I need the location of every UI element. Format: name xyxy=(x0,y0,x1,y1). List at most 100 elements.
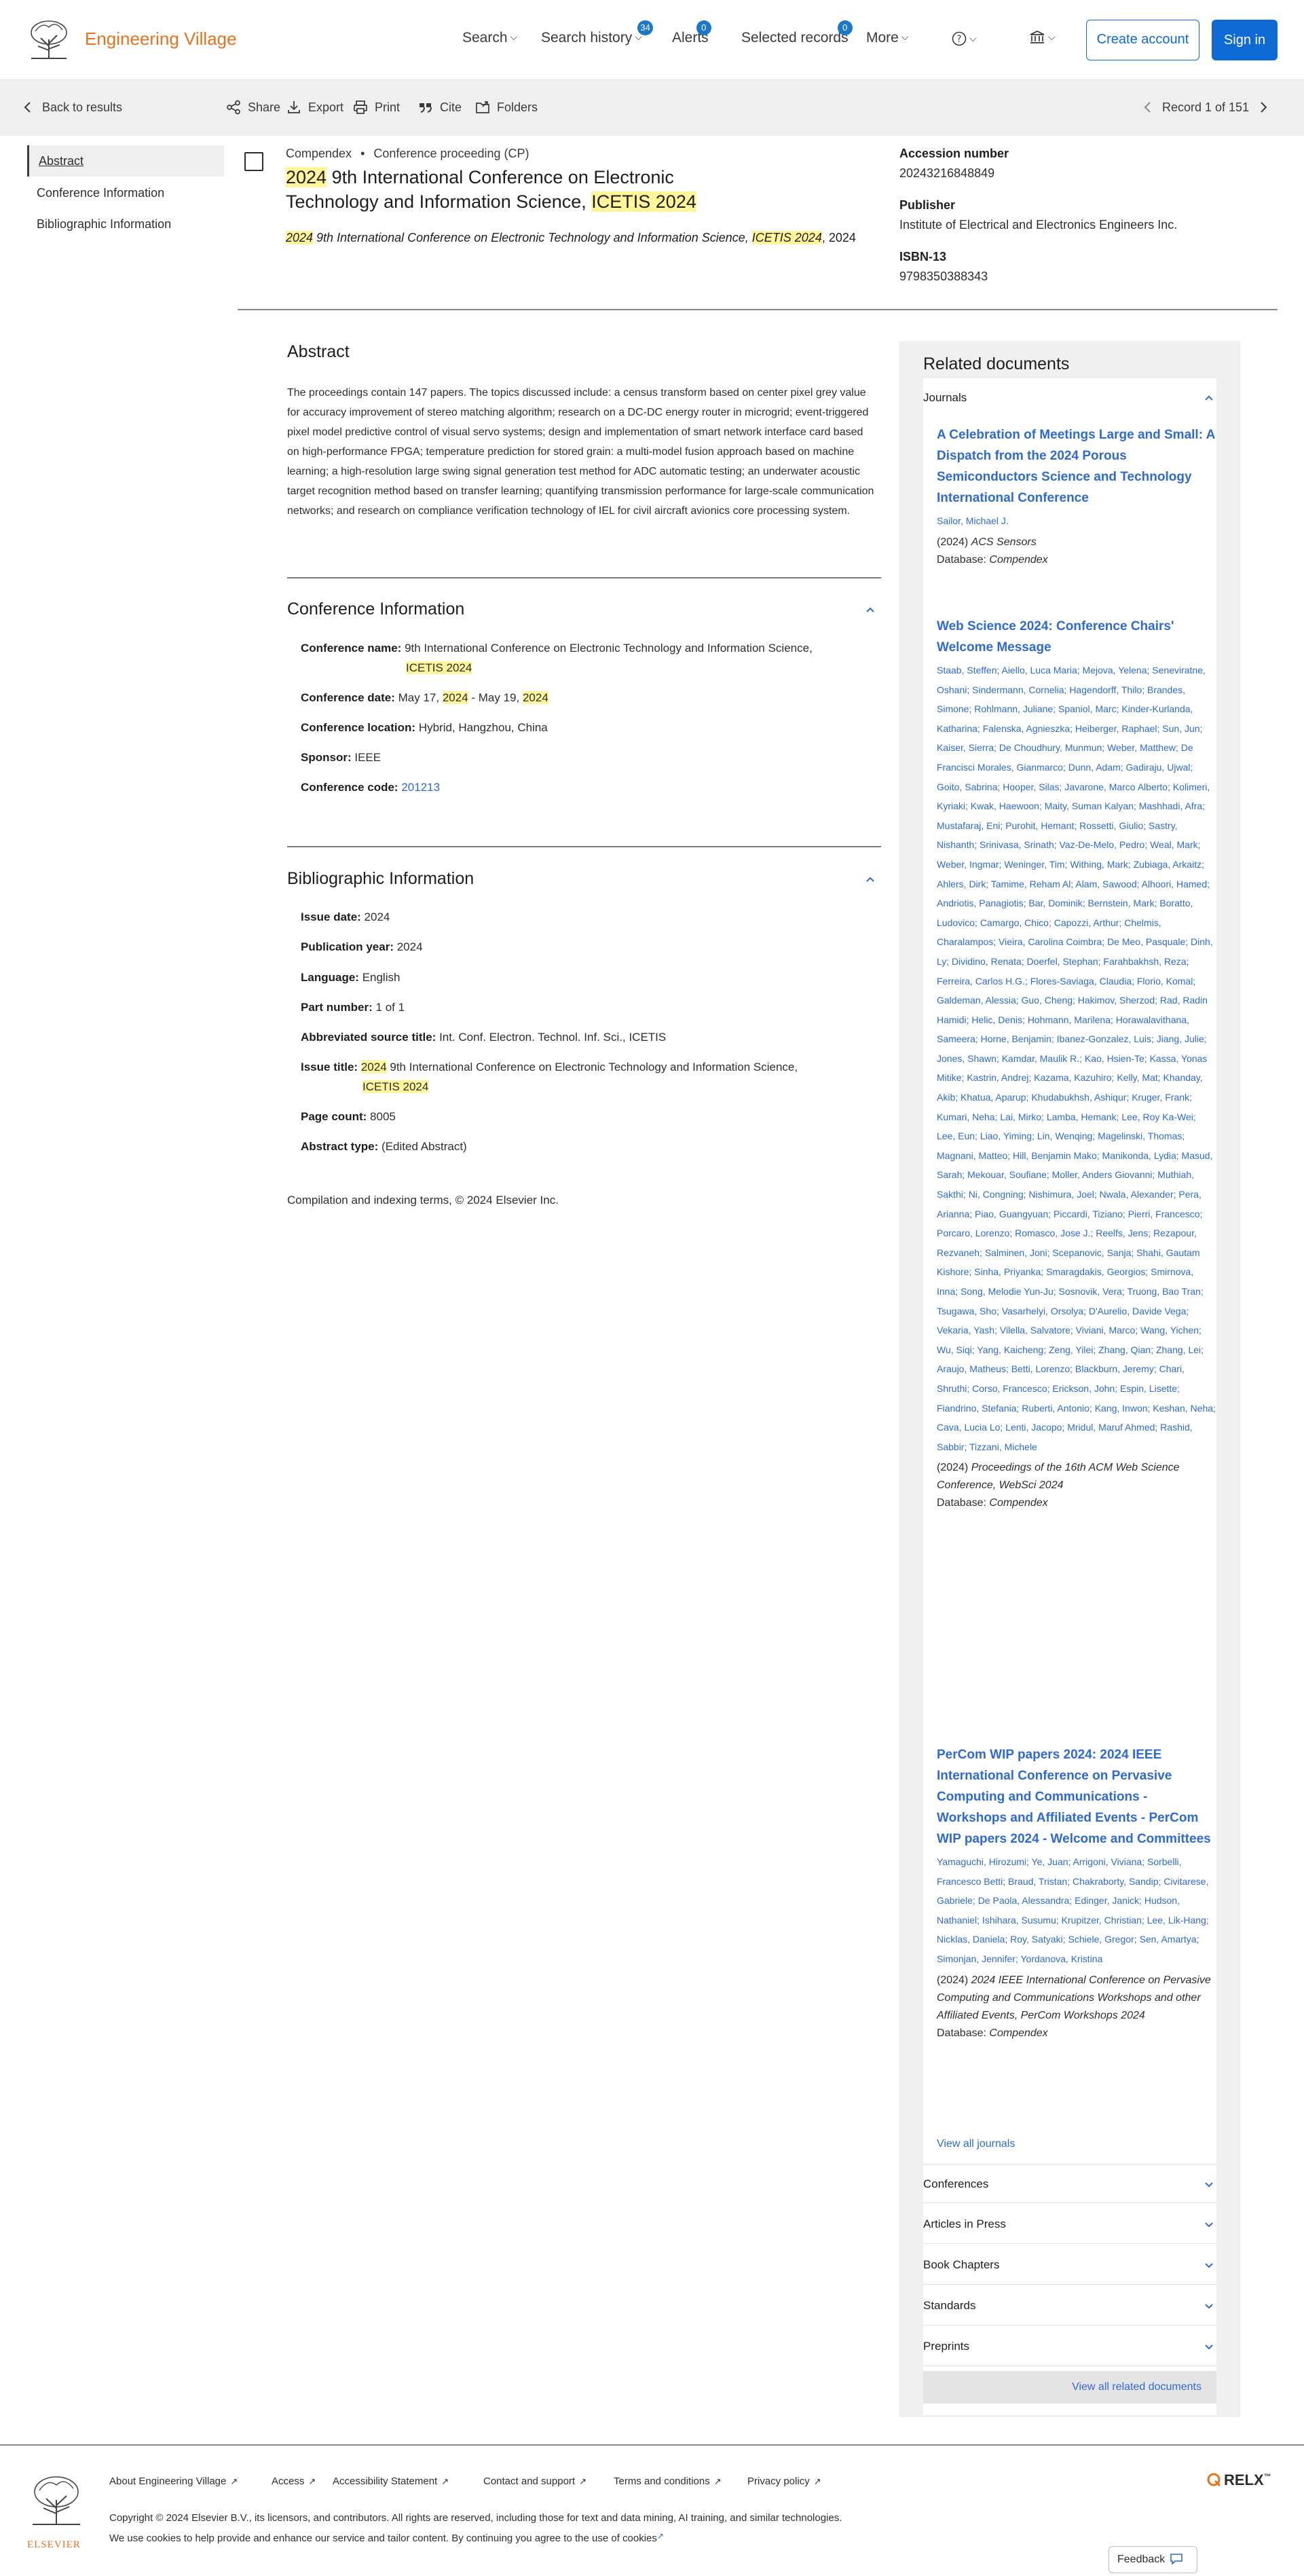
relx-logo[interactable]: RELX™ xyxy=(1206,2471,1271,2489)
issue-title-highlight: ICETIS 2024 xyxy=(362,1080,429,1093)
nav-search-history[interactable]: Search history ⌵ 34 xyxy=(541,20,653,46)
help-menu[interactable]: ? ⌵ xyxy=(952,31,977,48)
related-doc: A Celebration of Meetings Large and Smal… xyxy=(937,424,1216,569)
standards-accordion[interactable]: Standards xyxy=(923,2286,1216,2325)
chevron-down-icon: ⌵ xyxy=(901,31,909,42)
abstract-type-field: Abstract type: (Edited Abstract) xyxy=(301,1137,467,1156)
sidebar-item-abstract[interactable]: Abstract xyxy=(27,145,224,177)
record-position: Record 1 of 151 xyxy=(1162,100,1250,114)
conferences-accordion[interactable]: Conferences xyxy=(923,2164,1216,2203)
sign-in-button[interactable]: Sign in xyxy=(1212,20,1278,60)
isbn-block: ISBN-13 9798350388343 xyxy=(899,250,988,284)
record-source: 2024 9th International Conference on Ele… xyxy=(286,231,883,245)
relx-wordmark: RELX xyxy=(1224,2471,1264,2488)
external-link-icon: ↗ xyxy=(813,2476,821,2486)
nav-history-label: Search history xyxy=(541,30,633,45)
back-to-results-link[interactable]: Back to results xyxy=(20,100,122,115)
external-link-icon: ↗ xyxy=(713,2476,722,2486)
external-link-icon: ↗ xyxy=(230,2476,238,2486)
view-all-related-button[interactable]: View all related documents xyxy=(923,2371,1216,2404)
nav-selected-records[interactable]: Selected records 0 xyxy=(741,20,853,46)
source-year: (2024) xyxy=(937,1462,971,1474)
chevron-down-icon xyxy=(1205,2344,1213,2350)
field-label: Abbreviated source title: xyxy=(301,1031,436,1044)
source-highlight: ICETIS 2024 xyxy=(751,231,822,244)
chevron-down-icon: ⌵ xyxy=(510,31,518,42)
footer-link-terms[interactable]: Terms and conditions ↗ xyxy=(614,2476,722,2487)
external-link-icon: ↗ xyxy=(441,2476,449,2486)
external-link-icon: ↗ xyxy=(579,2476,586,2486)
preprints-accordion[interactable]: Preprints xyxy=(923,2327,1216,2366)
elsevier-tree-logo[interactable] xyxy=(26,19,72,61)
create-account-button[interactable]: Create account xyxy=(1086,20,1199,60)
meta-separator: • xyxy=(360,147,365,160)
sidebar-item-bibliographic-information[interactable]: Bibliographic Information xyxy=(27,208,224,240)
export-button[interactable]: Export xyxy=(286,100,343,115)
cite-button[interactable]: Cite xyxy=(418,100,462,115)
part-number: 1 of 1 xyxy=(375,1001,405,1014)
related-doc-authors[interactable]: Staab, Steffen; Aiello, Luca Maria; Mejo… xyxy=(937,661,1216,1456)
chevron-right-icon[interactable] xyxy=(1256,100,1271,115)
related-doc-title-link[interactable]: Web Science 2024: Conference Chairs' Wel… xyxy=(937,616,1216,658)
journals-accordion[interactable]: Journals xyxy=(923,378,1216,418)
conference-code-link[interactable]: 201213 xyxy=(401,781,440,794)
accession-value: 20243216848849 xyxy=(899,166,995,180)
external-link-icon[interactable]: ↗ xyxy=(657,2531,664,2541)
institution-menu[interactable]: ⌵ xyxy=(1029,30,1056,46)
accordion-label: Conferences xyxy=(923,2177,989,2190)
document-type: Conference proceeding (CP) xyxy=(373,147,529,160)
nav-alerts[interactable]: Alerts 0 xyxy=(672,20,711,46)
footer-cookies: We use cookies to help provide and enhan… xyxy=(109,2531,664,2544)
conference-name-field: Conference name: 9th International Confe… xyxy=(301,638,878,678)
articles-in-press-accordion[interactable]: Articles in Press xyxy=(923,2205,1216,2244)
institution-icon xyxy=(1030,31,1045,43)
elsevier-wordmark: ELSEVIER xyxy=(27,2539,81,2550)
chevron-left-icon[interactable] xyxy=(1140,100,1155,115)
field-label: Language: xyxy=(301,971,359,984)
folders-label: Folders xyxy=(497,100,538,114)
sidebar-item-conference-information[interactable]: Conference Information xyxy=(27,177,224,208)
select-record-checkbox[interactable] xyxy=(244,152,263,171)
book-chapters-accordion[interactable]: Book Chapters xyxy=(923,2245,1216,2285)
source-text: 9th International Conference on Electron… xyxy=(313,231,752,244)
view-all-journals-link[interactable]: View all journals xyxy=(937,2138,1015,2150)
section-divider xyxy=(287,577,881,578)
footer-link-accessibility[interactable]: Accessibility Statement ↗ xyxy=(333,2476,449,2487)
feedback-button[interactable]: Feedback xyxy=(1109,2546,1197,2573)
footer-link-contact[interactable]: Contact and support ↗ xyxy=(483,2476,586,2487)
elsevier-logo[interactable] xyxy=(26,2473,87,2538)
language-field: Language: English xyxy=(301,968,400,987)
related-doc-authors[interactable]: Sailor, Michael J. xyxy=(937,511,1216,531)
source-name: ACS Sensors xyxy=(971,536,1037,548)
related-documents-heading: Related documents xyxy=(923,354,1070,373)
footer-link-privacy[interactable]: Privacy policy ↗ xyxy=(747,2476,821,2487)
nav-search[interactable]: Search ⌵ xyxy=(462,30,517,46)
selected-count-badge: 0 xyxy=(837,20,853,35)
footer-link-label: Contact and support xyxy=(483,2476,576,2487)
trademark-mark: ™ xyxy=(1263,2473,1271,2481)
chevron-down-icon xyxy=(1205,2263,1213,2268)
related-doc-title-link[interactable]: PerCom WIP papers 2024: 2024 IEEE Intern… xyxy=(937,1744,1216,1850)
isbn-label: ISBN-13 xyxy=(899,250,947,263)
title-highlight: ICETIS 2024 xyxy=(591,191,696,212)
chevron-up-icon[interactable] xyxy=(865,604,876,615)
related-doc-authors[interactable]: Yamaguchi, Hirozumi; Ye, Juan; Arrigoni,… xyxy=(937,1852,1216,1969)
share-icon xyxy=(227,100,240,115)
folders-button[interactable]: Folders xyxy=(475,100,538,115)
accession-label: Accession number xyxy=(899,147,1009,160)
share-button[interactable]: Share xyxy=(226,100,280,115)
source-name: Proceedings of the 16th ACM Web Science … xyxy=(937,1462,1180,1492)
field-label: Conference date: xyxy=(301,691,395,704)
related-doc-title-link[interactable]: A Celebration of Meetings Large and Smal… xyxy=(937,424,1216,509)
chevron-up-icon[interactable] xyxy=(865,874,876,885)
footer-link-about[interactable]: About Engineering Village ↗ xyxy=(109,2476,238,2487)
brand-name[interactable]: Engineering Village xyxy=(85,29,237,50)
chevron-down-icon xyxy=(1205,2182,1213,2188)
conference-name-highlight: ICETIS 2024 xyxy=(406,661,472,674)
chevron-down-icon xyxy=(1205,2222,1213,2228)
print-button[interactable]: Print xyxy=(353,100,400,115)
abstract-text: The proceedings contain 147 papers. The … xyxy=(287,387,874,517)
nav-more[interactable]: More ⌵ xyxy=(866,30,908,46)
footer-link-access[interactable]: Access ↗ xyxy=(272,2476,316,2487)
isbn-link[interactable]: 9798350388343 xyxy=(899,270,988,284)
